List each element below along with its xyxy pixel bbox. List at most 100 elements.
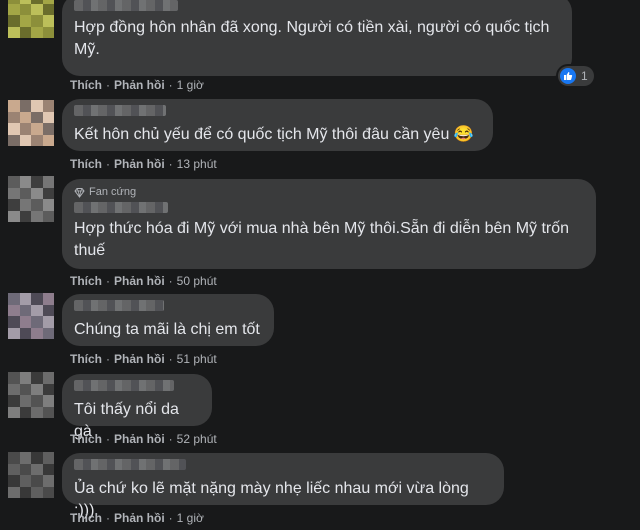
like-link[interactable]: Thích — [70, 511, 102, 525]
avatar-pixel — [8, 372, 20, 384]
avatar-pixel — [42, 304, 54, 316]
avatar-pixel — [31, 176, 43, 188]
avatar[interactable] — [8, 176, 54, 222]
avatar-pixel — [19, 134, 31, 146]
avatar-pixel — [31, 199, 43, 211]
comment-actions: Thích · Phản hồi · 1 giờ — [70, 511, 204, 525]
comment-actions: Thích · Phản hồi · 52 phút — [70, 432, 217, 446]
avatar-pixel — [31, 100, 43, 112]
timestamp[interactable]: 13 phút — [177, 157, 217, 171]
avatar-pixel — [19, 372, 31, 384]
comment-actions: Thích · Phản hồi · 51 phút — [70, 352, 217, 366]
avatar-pixel — [42, 26, 54, 38]
avatar-pixel — [19, 486, 31, 498]
reply-link[interactable]: Phản hồi — [114, 78, 165, 92]
avatar-pixel — [31, 372, 43, 384]
avatar-pixel — [42, 327, 54, 339]
avatar-pixel — [42, 395, 54, 407]
badge-label: Fan cứng — [89, 186, 137, 198]
avatar-pixel — [42, 372, 54, 384]
reply-link[interactable]: Phản hồi — [114, 352, 165, 366]
avatar-pixel — [8, 111, 20, 123]
comment-text: Chúng ta mãi là chị em tốt — [74, 321, 260, 338]
reply-link[interactable]: Phản hồi — [114, 432, 165, 446]
avatar-pixel — [8, 463, 20, 475]
avatar-pixel — [19, 176, 31, 188]
comment-bubble: Fan cứng Hợp thức hóa đi Mỹ với mua nhà … — [62, 179, 596, 269]
avatar-pixel — [8, 134, 20, 146]
like-link[interactable]: Thích — [70, 432, 102, 446]
avatar-pixel — [19, 187, 31, 199]
reaction-count: 1 — [581, 69, 588, 83]
avatar[interactable] — [8, 452, 54, 498]
like-link[interactable]: Thích — [70, 78, 102, 92]
avatar-pixel — [31, 463, 43, 475]
avatar-pixel — [31, 3, 43, 15]
avatar-pixel — [19, 111, 31, 123]
timestamp[interactable]: 52 phút — [177, 432, 217, 446]
avatar-pixel — [19, 452, 31, 464]
avatar-pixel — [8, 15, 20, 27]
avatar-pixel — [8, 316, 20, 328]
timestamp[interactable]: 51 phút — [177, 352, 217, 366]
commenter-name-blurred[interactable] — [74, 105, 166, 116]
commenter-name-blurred[interactable] — [74, 0, 178, 11]
avatar-pixel — [19, 15, 31, 27]
comment-actions: Thích · Phản hồi · 50 phút — [70, 274, 217, 288]
avatar-pixel — [19, 304, 31, 316]
reply-link[interactable]: Phản hồi — [114, 274, 165, 288]
avatar-pixel — [42, 463, 54, 475]
avatar-pixel — [42, 210, 54, 222]
avatar[interactable] — [8, 0, 54, 38]
avatar-pixel — [31, 210, 43, 222]
avatar-pixel — [8, 383, 20, 395]
comment-text: Kết hôn chủ yếu để có quốc tịch Mỹ thôi … — [74, 126, 474, 143]
avatar-pixel — [42, 3, 54, 15]
avatar-pixel — [31, 293, 43, 305]
avatar-pixel — [31, 111, 43, 123]
timestamp[interactable]: 1 giờ — [177, 78, 204, 92]
avatar-pixel — [31, 486, 43, 498]
avatar-pixel — [31, 383, 43, 395]
avatar[interactable] — [8, 100, 54, 146]
commenter-name-blurred[interactable] — [74, 459, 186, 470]
avatar[interactable] — [8, 293, 54, 339]
avatar-pixel — [19, 100, 31, 112]
timestamp[interactable]: 1 giờ — [177, 511, 204, 525]
avatar-pixel — [19, 475, 31, 487]
avatar[interactable] — [8, 372, 54, 418]
avatar-pixel — [42, 187, 54, 199]
avatar-pixel — [31, 26, 43, 38]
reply-link[interactable]: Phản hồi — [114, 511, 165, 525]
like-link[interactable]: Thích — [70, 352, 102, 366]
avatar-pixel — [42, 316, 54, 328]
avatar-pixel — [31, 395, 43, 407]
avatar-pixel — [8, 176, 20, 188]
reaction-summary[interactable]: 1 — [558, 66, 594, 86]
avatar-pixel — [8, 475, 20, 487]
comment-bubble: Hợp đồng hôn nhân đã xong. Người có tiền… — [62, 0, 572, 76]
avatar-pixel — [19, 406, 31, 418]
comment-text: Hợp thức hóa đi Mỹ với mua nhà bên Mỹ th… — [74, 220, 570, 259]
reply-link[interactable]: Phản hồi — [114, 157, 165, 171]
avatar-pixel — [19, 3, 31, 15]
avatar-pixel — [19, 26, 31, 38]
avatar-pixel — [8, 406, 20, 418]
commenter-name-blurred[interactable] — [74, 380, 174, 391]
avatar-pixel — [19, 316, 31, 328]
avatar-pixel — [8, 486, 20, 498]
avatar-pixel — [42, 475, 54, 487]
avatar-pixel — [8, 187, 20, 199]
like-link[interactable]: Thích — [70, 157, 102, 171]
like-link[interactable]: Thích — [70, 274, 102, 288]
gem-icon — [74, 187, 85, 198]
avatar-pixel — [31, 316, 43, 328]
avatar-pixel — [42, 406, 54, 418]
commenter-name-blurred[interactable] — [74, 202, 168, 213]
avatar-pixel — [31, 134, 43, 146]
timestamp[interactable]: 50 phút — [177, 274, 217, 288]
avatar-pixel — [8, 293, 20, 305]
commenter-name-blurred[interactable] — [74, 300, 164, 311]
avatar-pixel — [31, 475, 43, 487]
avatar-pixel — [31, 15, 43, 27]
